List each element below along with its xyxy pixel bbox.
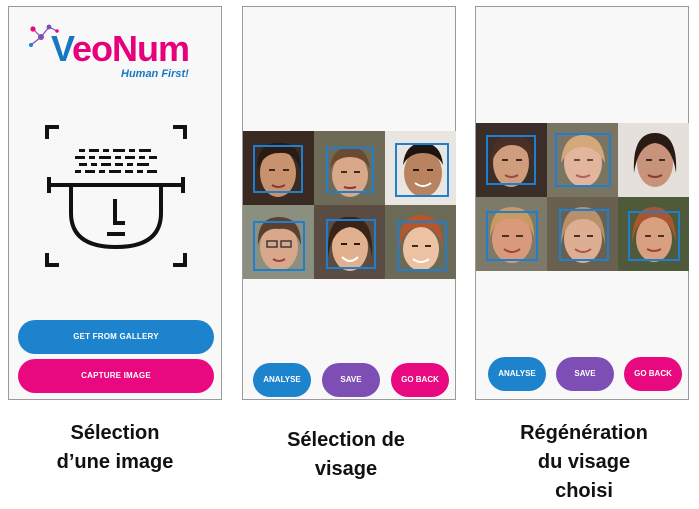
regenerated-face-grid bbox=[476, 123, 689, 271]
logo-v: V bbox=[51, 28, 73, 69]
face-scan-icon bbox=[45, 125, 187, 267]
face-detection-box bbox=[253, 145, 303, 193]
caption-face-selection: Sélection de visage bbox=[246, 426, 446, 484]
face-photo[interactable] bbox=[243, 205, 314, 279]
face-photo[interactable] bbox=[243, 131, 314, 205]
regenerated-face[interactable] bbox=[476, 123, 547, 197]
screen-image-selection: VeoNum Human First! GET FROM GALLERY CAP… bbox=[8, 6, 222, 400]
caption-image-selection: Sélection d’une image bbox=[20, 419, 210, 477]
caption-line: choisi bbox=[555, 480, 613, 502]
face-detection-box bbox=[395, 143, 449, 197]
face-detection-box bbox=[555, 133, 611, 187]
go-back-button[interactable]: GO BACK bbox=[391, 363, 449, 397]
regenerated-face[interactable] bbox=[618, 123, 689, 197]
regenerated-face[interactable] bbox=[618, 197, 689, 271]
face-detection-box bbox=[486, 135, 536, 185]
logo-tagline: Human First! bbox=[121, 68, 189, 80]
caption-line: du visage bbox=[537, 451, 631, 473]
screen-face-regeneration: ANALYSE SAVE GO BACK bbox=[475, 6, 689, 400]
save-button[interactable]: SAVE bbox=[322, 363, 380, 397]
face-photo[interactable] bbox=[314, 205, 385, 279]
screen-face-selection: ANALYSE SAVE GO BACK bbox=[242, 6, 456, 400]
caption-face-regeneration: Régénération du visage choisi bbox=[484, 419, 684, 506]
face-detection-box bbox=[559, 209, 609, 261]
face-photo[interactable] bbox=[385, 131, 456, 205]
regenerated-face[interactable] bbox=[476, 197, 547, 271]
face-detection-box bbox=[326, 147, 374, 193]
analyse-button[interactable]: ANALYSE bbox=[488, 357, 546, 391]
app-logo: VeoNum bbox=[51, 28, 190, 69]
regenerated-face[interactable] bbox=[547, 197, 618, 271]
capture-image-button[interactable]: CAPTURE IMAGE bbox=[18, 359, 214, 393]
face-detection-box bbox=[253, 221, 305, 271]
logo-name: eoNum bbox=[72, 28, 190, 69]
caption-line: Régénération bbox=[520, 422, 648, 444]
analyse-button[interactable]: ANALYSE bbox=[253, 363, 311, 397]
face-photo[interactable] bbox=[314, 131, 385, 205]
face-photo[interactable] bbox=[385, 205, 456, 279]
face-grid bbox=[243, 131, 456, 279]
caption-line: Sélection bbox=[70, 422, 160, 444]
go-back-button[interactable]: GO BACK bbox=[624, 357, 682, 391]
face-detection-box bbox=[486, 211, 538, 261]
face-detection-box bbox=[397, 221, 447, 271]
caption-line: visage bbox=[314, 458, 378, 480]
get-from-gallery-button[interactable]: GET FROM GALLERY bbox=[18, 320, 214, 354]
face-detection-box bbox=[326, 219, 376, 269]
save-button[interactable]: SAVE bbox=[556, 357, 614, 391]
face-detection-box bbox=[628, 211, 680, 261]
regenerated-face[interactable] bbox=[547, 123, 618, 197]
caption-line: Sélection de bbox=[287, 429, 405, 451]
caption-line: d’une image bbox=[56, 451, 174, 473]
